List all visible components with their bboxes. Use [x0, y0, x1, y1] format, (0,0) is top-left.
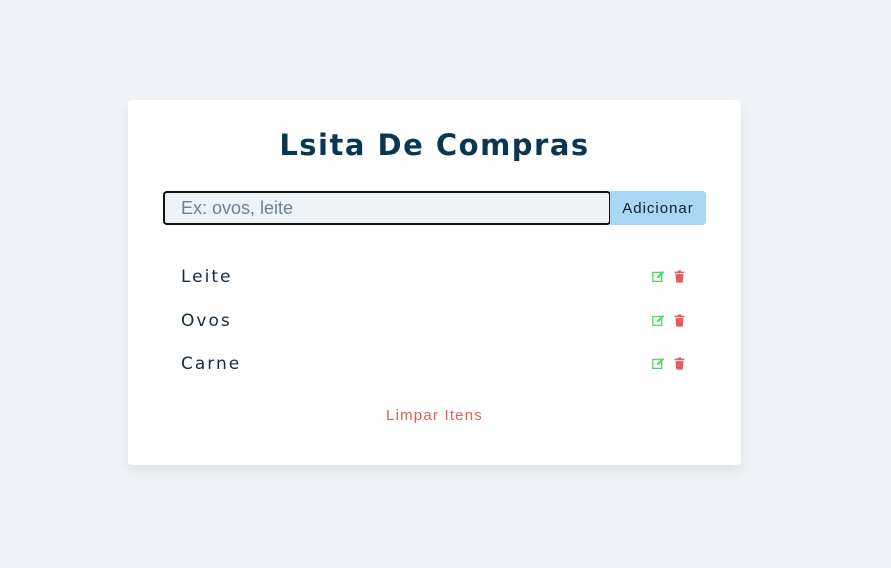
page-title: Lsita De Compras	[279, 128, 590, 162]
item-name: Leite	[181, 267, 233, 287]
shopping-list-card: Lsita De Compras Adicionar Leite Ovos	[128, 100, 741, 465]
item-input[interactable]	[163, 191, 611, 225]
item-name: Carne	[181, 354, 242, 374]
item-actions	[652, 357, 686, 370]
item-name: Ovos	[181, 310, 232, 331]
item-list: Leite Ovos Carne	[181, 255, 686, 386]
item-actions	[652, 313, 686, 327]
edit-icon[interactable]	[652, 357, 665, 370]
list-item: Ovos	[181, 299, 686, 343]
clear-items-button[interactable]: Limpar Itens	[128, 407, 741, 424]
trash-icon[interactable]	[673, 357, 686, 370]
edit-icon[interactable]	[652, 270, 665, 283]
list-item: Carne	[181, 342, 686, 386]
add-button[interactable]: Adicionar	[610, 191, 706, 225]
trash-icon[interactable]	[673, 313, 686, 327]
add-item-form: Adicionar	[163, 191, 706, 225]
item-actions	[652, 270, 686, 283]
trash-icon[interactable]	[673, 270, 686, 283]
list-item: Leite	[181, 255, 686, 299]
edit-icon[interactable]	[652, 314, 665, 327]
